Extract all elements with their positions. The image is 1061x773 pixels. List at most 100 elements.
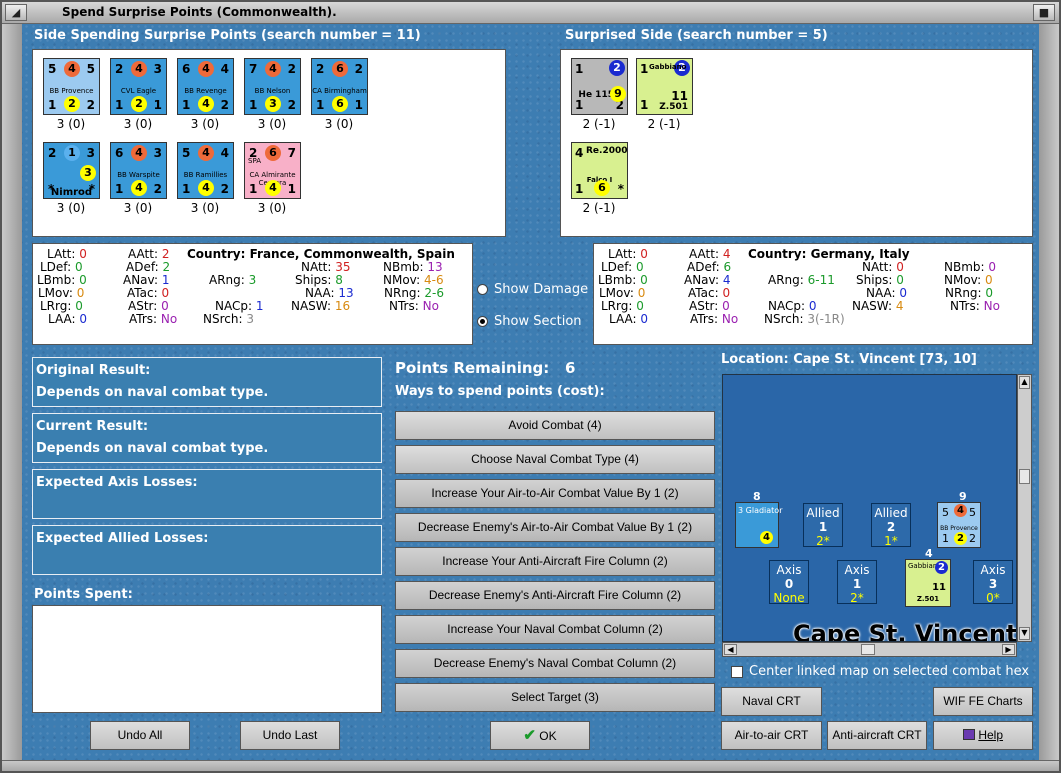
- left-unit-value: 3 (0): [190, 201, 220, 215]
- stat-nbmb: NBmb: 0: [944, 260, 997, 274]
- left-unit-value: 3 (0): [257, 117, 287, 131]
- stat-nacp: NACp: 1: [215, 299, 264, 313]
- right-unit-counter[interactable]: 1 2 Gabbiano Z.501 1 11: [636, 58, 693, 115]
- left-unit-value: 3 (0): [123, 117, 153, 131]
- location-label: Location: Cape St. Vincent [73, 10]: [721, 352, 977, 367]
- stat-adef: ADef: 6: [687, 260, 732, 274]
- gabbiano-counter[interactable]: Gabbiano 2 11 Z.501: [905, 559, 951, 607]
- stat-ntrs: NTrs: No: [950, 299, 1000, 313]
- stat-nmov: NMov: 4-6: [383, 273, 444, 287]
- center-map-checkbox[interactable]: [731, 666, 743, 678]
- stat-lrrg: LRrg: 0: [40, 299, 83, 313]
- stat-atrs: ATrs: No: [690, 312, 739, 326]
- left-unit-counter[interactable]: 5 4 5 BB Provence 1 2 2: [43, 58, 100, 115]
- stat-latt: LAtt: 0: [608, 247, 648, 261]
- scroll-thumb-vertical[interactable]: [1019, 469, 1030, 484]
- left-unit-counter[interactable]: 6 4 3 BB Warspite 1 4 2: [110, 142, 167, 199]
- gladiator-counter[interactable]: 3 Gladiator 4: [735, 502, 783, 548]
- center-map-label[interactable]: Center linked map on selected combat hex: [749, 664, 1029, 679]
- close-icon[interactable]: ■: [1033, 4, 1055, 21]
- stat-nacp: NACp: 0: [768, 299, 817, 313]
- left-unit-value: 3 (0): [123, 201, 153, 215]
- left-unit-counter[interactable]: 6 4 4 BB Revenge 1 4 2: [177, 58, 234, 115]
- dialog-window: ◢ Spend Surprise Points (Commonwealth). …: [0, 0, 1061, 773]
- system-menu-icon[interactable]: ◢: [5, 4, 27, 21]
- axis-box-0[interactable]: Axis 0 None: [769, 560, 809, 605]
- stat-latt: LAtt: 0: [47, 247, 87, 261]
- points-spent-list[interactable]: [32, 605, 382, 713]
- undo-all-button[interactable]: Undo All: [90, 721, 190, 750]
- show-damage-label[interactable]: Show Damage: [494, 282, 588, 297]
- right-unit-counter[interactable]: 4 Re.2000 Falco I 1 * 6: [571, 142, 628, 199]
- left-unit-counter[interactable]: 2 4 3 CVL Eagle 1 2 1: [110, 58, 167, 115]
- stat-nasw: NASW: 4: [852, 299, 904, 313]
- spend-option-button[interactable]: Decrease Enemy's Air-to-Air Combat Value…: [395, 513, 715, 542]
- spend-option-button[interactable]: Increase Your Air-to-Air Combat Value By…: [395, 479, 715, 508]
- points-spent-label: Points Spent:: [34, 587, 133, 602]
- points-remaining-value: 6: [564, 359, 576, 377]
- left-unit-counter[interactable]: 267SPACA Almirante Cervera141: [244, 142, 301, 199]
- left-unit-counter[interactable]: 2 6 2 CA Birmingham 1 6 1: [311, 58, 368, 115]
- scroll-up-icon[interactable]: ▲: [1019, 376, 1030, 389]
- map-horizontal-scrollbar[interactable]: ◀ ▶: [722, 642, 1017, 657]
- scroll-down-icon[interactable]: ▼: [1019, 627, 1030, 640]
- stat-natt: NAtt: 0: [862, 260, 904, 274]
- scroll-left-icon[interactable]: ◀: [724, 644, 737, 655]
- checkmark-icon: ✔: [523, 727, 536, 744]
- scroll-right-icon[interactable]: ▶: [1002, 644, 1015, 655]
- original-result-value: Depends on naval combat type.: [36, 385, 269, 400]
- right-frame: [1039, 24, 1059, 771]
- show-section-radio[interactable]: [477, 316, 488, 327]
- scroll-thumb-horizontal[interactable]: [861, 644, 875, 655]
- show-damage-radio[interactable]: [477, 284, 488, 295]
- axis-box-3[interactable]: Axis 3 0*: [973, 560, 1013, 605]
- spend-option-button[interactable]: Decrease Enemy's Anti-Aircraft Fire Colu…: [395, 581, 715, 610]
- anti-aircraft-crt-button[interactable]: Anti-aircraft CRT: [827, 721, 927, 750]
- left-unit-counter[interactable]: 2 1 3 Nimrod * * 3: [43, 142, 100, 199]
- wif-charts-button[interactable]: WIF FE Charts: [933, 687, 1033, 716]
- right-stats-panel: LAtt: 0 LDef: 0 LBmb: 0 LMov: 0 LRrg: 0 …: [593, 243, 1033, 345]
- stat-atrs: ATrs: No: [129, 312, 178, 326]
- map-view[interactable]: Allied 1 2* Allied 2 1* Axis 0 None Axis 1 2* Ax…: [722, 374, 1017, 642]
- stat-lbmb: LBmb: 0: [37, 273, 87, 287]
- stat-aatt: AAtt: 2: [128, 247, 170, 261]
- stat-nmov: NMov: 0: [944, 273, 993, 287]
- spend-option-button[interactable]: Select Target (3): [395, 683, 715, 712]
- stat-lmov: LMov: 0: [38, 286, 85, 300]
- air-to-air-crt-button[interactable]: Air-to-air CRT: [721, 721, 822, 750]
- naval-crt-button[interactable]: Naval CRT: [721, 687, 822, 716]
- stat-nrng: NRng: 2-6: [384, 286, 445, 300]
- stat-ldef: LDef: 0: [40, 260, 83, 274]
- stat-nsrch: NSrch: 3: [203, 312, 254, 326]
- provence-counter[interactable]: 5 4 5 BB Provence 1 2 2: [937, 502, 981, 548]
- axis-box-1[interactable]: Axis 1 2*: [837, 560, 877, 605]
- ok-button[interactable]: ✔ OK: [490, 721, 590, 750]
- title-bar[interactable]: ◢ Spend Surprise Points (Commonwealth). …: [2, 2, 1059, 24]
- left-unit-value: 3 (0): [324, 117, 354, 131]
- left-units-panel: 5 4 5 BB Provence 1 2 2 3 (0) 2 4 3 CVL Eagle 1 2 1 3 (…: [32, 49, 506, 237]
- map-vertical-scrollbar[interactable]: ▲ ▼: [1017, 374, 1032, 642]
- stat-adef: ADef: 2: [126, 260, 171, 274]
- spend-option-button[interactable]: Increase Your Naval Combat Column (2): [395, 615, 715, 644]
- spend-option-button[interactable]: Decrease Enemy's Naval Combat Column (2): [395, 649, 715, 678]
- undo-last-button[interactable]: Undo Last: [240, 721, 340, 750]
- current-result-box: Current Result: Depends on naval combat …: [32, 413, 382, 463]
- right-unit-counter[interactable]: 1 2 He 115C 1 2 9: [571, 58, 628, 115]
- stat-nrng: NRng: 0: [945, 286, 994, 300]
- stat-laa: LAA: 0: [609, 312, 649, 326]
- left-unit-counter[interactable]: 5 4 4 BB Ramillies 1 4 2: [177, 142, 234, 199]
- allied-losses-box: Expected Allied Losses:: [32, 525, 382, 575]
- spend-option-button[interactable]: Choose Naval Combat Type (4): [395, 445, 715, 474]
- left-unit-counter[interactable]: 7 4 2 BB Nelson 1 3 2: [244, 58, 301, 115]
- left-stats-panel: LAtt: 0 LDef: 0 LBmb: 0 LMov: 0 LRrg: 0 …: [32, 243, 473, 345]
- spend-option-button[interactable]: Increase Your Anti-Aircraft Fire Column …: [395, 547, 715, 576]
- help-button[interactable]: Help: [933, 721, 1033, 750]
- spend-option-button[interactable]: Avoid Combat (4): [395, 411, 715, 440]
- allied-box-2[interactable]: Allied 2 1*: [871, 503, 911, 548]
- allied-box-1[interactable]: Allied 1 2*: [803, 503, 843, 548]
- stat-country: Country: France, Commonwealth, Spain: [187, 247, 455, 261]
- stat-astr: AStr: 0: [689, 299, 730, 313]
- show-section-label[interactable]: Show Section: [494, 314, 582, 329]
- allied-losses-label: Expected Allied Losses:: [36, 531, 209, 546]
- stat-natt: NAtt: 35: [301, 260, 351, 274]
